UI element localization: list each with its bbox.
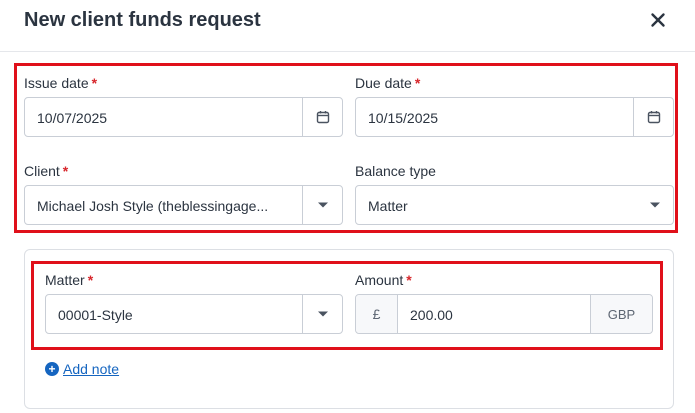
plus-circle-icon: + <box>45 362 59 376</box>
calendar-icon <box>647 111 660 124</box>
caret-down-icon <box>317 311 328 317</box>
amount-field[interactable]: £ 200.00 GBP <box>355 294 653 334</box>
currency-code: GBP <box>590 295 652 333</box>
calendar-icon <box>316 111 329 124</box>
close-button[interactable] <box>646 8 670 32</box>
caret-down-icon <box>317 202 328 208</box>
amount-label: Amount * <box>355 272 412 288</box>
balance-type-select[interactable]: Matter <box>355 185 674 225</box>
client-label: Client * <box>24 163 69 179</box>
matter-select[interactable]: 00001-Style <box>45 294 343 334</box>
dialog-title: New client funds request <box>24 9 261 31</box>
add-note-link[interactable]: + Add note <box>45 361 119 377</box>
matter-label: Matter * <box>45 272 94 288</box>
issue-date-field[interactable]: 10/07/2025 <box>24 97 343 137</box>
issue-date-value: 10/07/2025 <box>37 110 108 126</box>
currency-symbol: £ <box>356 295 398 333</box>
due-date-value: 10/15/2025 <box>368 110 439 126</box>
balance-type-dropdown-toggle[interactable] <box>637 186 673 224</box>
amount-value[interactable]: 200.00 <box>410 306 453 324</box>
add-note-label: Add note <box>63 361 120 377</box>
required-marker: * <box>91 75 98 91</box>
required-marker: * <box>62 163 69 179</box>
caret-down-icon <box>650 202 660 208</box>
client-dropdown-toggle[interactable] <box>302 186 342 224</box>
due-date-label: Due date * <box>355 75 421 91</box>
matter-dropdown-toggle[interactable] <box>302 295 342 333</box>
issue-date-calendar-button[interactable] <box>302 98 342 136</box>
due-date-calendar-button[interactable] <box>633 98 673 136</box>
due-date-field[interactable]: 10/15/2025 <box>355 97 674 137</box>
close-icon <box>651 13 665 27</box>
matter-value: 00001-Style <box>58 307 133 323</box>
issue-date-label: Issue date * <box>24 75 98 91</box>
client-value: Michael Josh Style (theblessingage... <box>37 198 269 214</box>
balance-type-label: Balance type <box>355 163 436 179</box>
required-marker: * <box>87 272 94 288</box>
required-marker: * <box>414 75 421 91</box>
required-marker: * <box>406 272 412 288</box>
balance-type-value: Matter <box>368 198 408 214</box>
client-select[interactable]: Michael Josh Style (theblessingage... <box>24 185 343 225</box>
dialog-header: New client funds request <box>0 0 695 52</box>
